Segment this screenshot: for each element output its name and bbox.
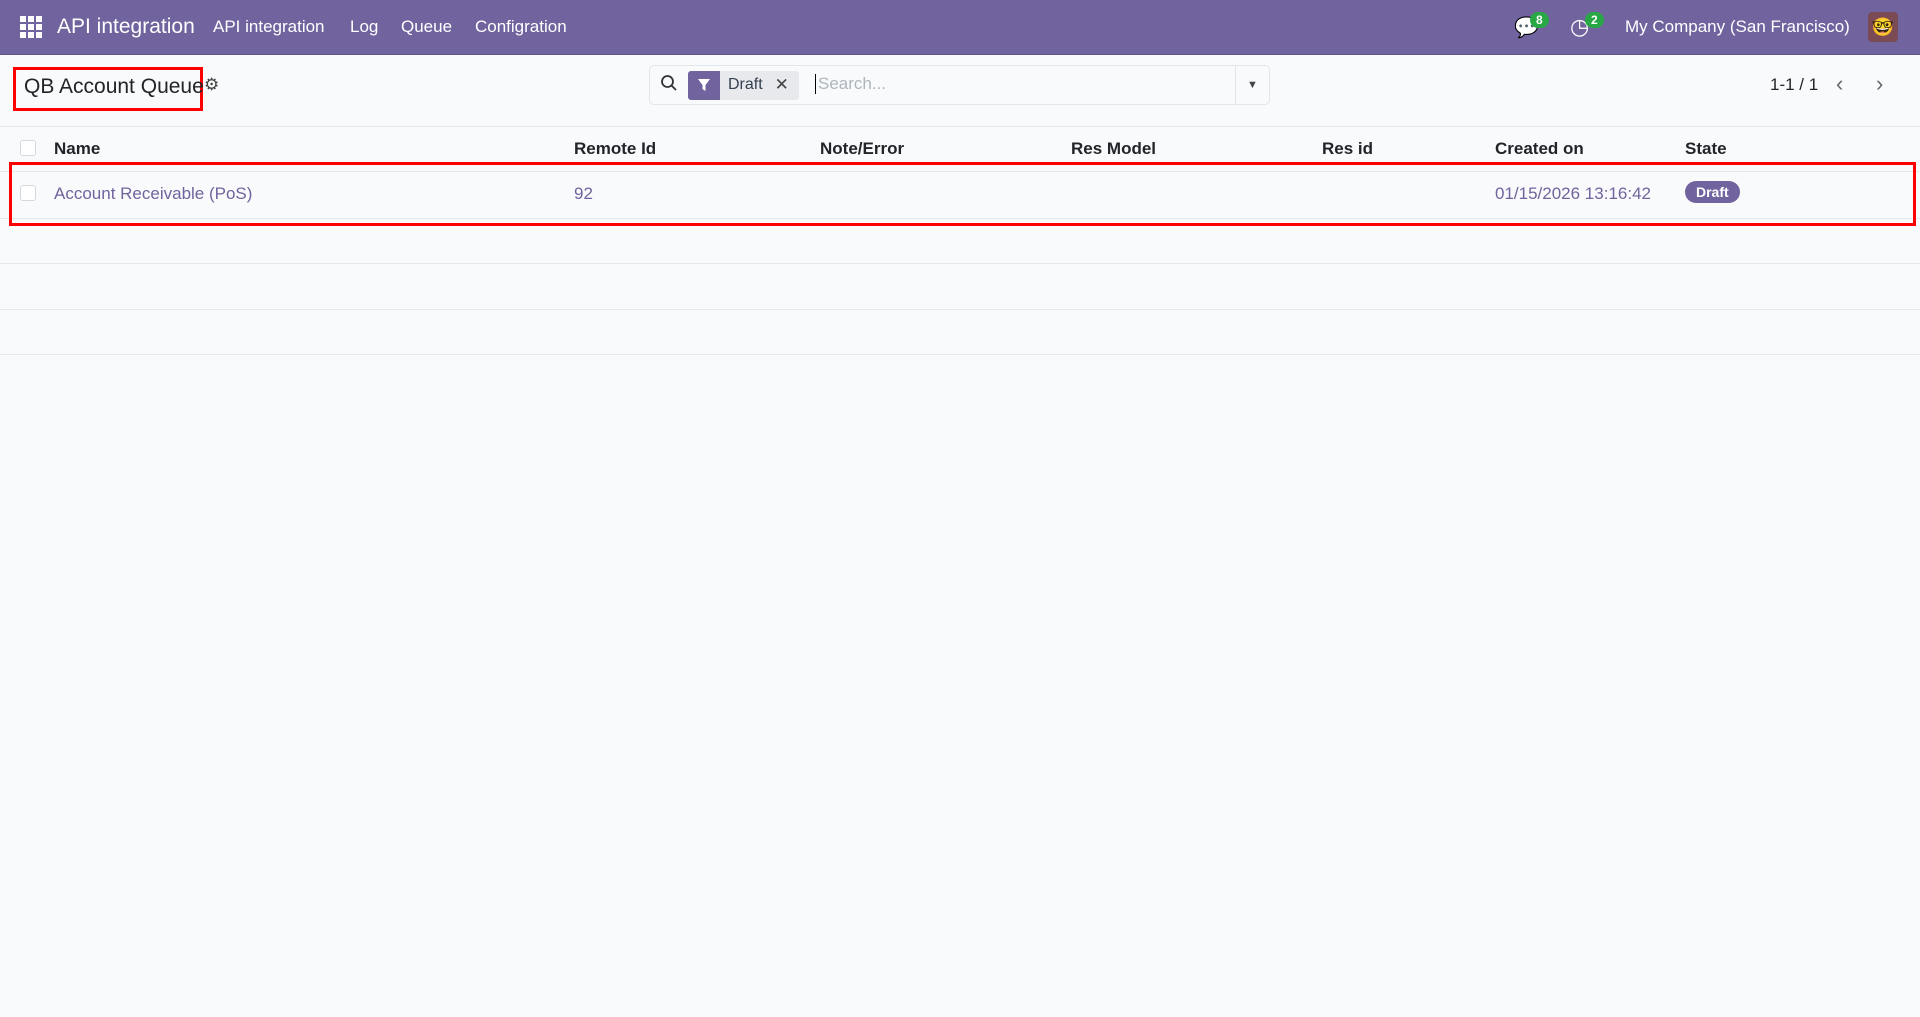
column-header-res-model[interactable]: Res Model [1071,139,1156,159]
apps-menu-icon[interactable] [20,16,42,38]
pager-value[interactable]: 1-1 / 1 [1770,75,1818,95]
divider [0,263,1920,264]
column-header-note-error[interactable]: Note/Error [820,139,904,159]
divider [0,354,1920,355]
facet-label: Draft [728,76,763,93]
menu-api-integration[interactable]: API integration [213,17,325,37]
search-icon[interactable] [660,74,678,97]
divider [0,126,1920,127]
user-avatar[interactable]: 🤓 [1868,12,1898,42]
select-all-checkbox[interactable] [20,140,36,156]
column-header-name[interactable]: Name [54,139,100,159]
page-title[interactable]: QB Account Queue [24,75,204,99]
row-highlight-box [9,162,1916,226]
activities-badge: 2 [1585,12,1604,28]
menu-configration[interactable]: Configration [475,17,567,37]
filter-facet: Draft ✕ [688,71,799,100]
gear-icon[interactable]: ⚙ [204,75,219,95]
messages-badge: 8 [1530,12,1549,28]
pager-next-icon[interactable]: › [1876,71,1883,97]
menu-queue[interactable]: Queue [401,17,452,37]
company-switcher[interactable]: My Company (San Francisco) [1625,17,1850,37]
app-title[interactable]: API integration [57,15,195,39]
search-options-toggle[interactable]: ▼ [1235,66,1269,104]
filter-icon [688,71,720,100]
menu-log[interactable]: Log [350,17,378,37]
pager-previous-icon[interactable]: ‹ [1836,71,1843,97]
search-bar: Draft ✕ ▼ [649,65,1270,105]
remove-facet-icon[interactable]: ✕ [771,71,799,100]
search-input[interactable] [815,74,1215,94]
divider [0,309,1920,310]
column-header-created-on[interactable]: Created on [1495,139,1584,159]
top-navbar: API integration API integration Log Queu… [0,0,1920,55]
column-header-res-id[interactable]: Res id [1322,139,1373,159]
column-header-remote-id[interactable]: Remote Id [574,139,656,159]
column-header-state[interactable]: State [1685,139,1727,159]
